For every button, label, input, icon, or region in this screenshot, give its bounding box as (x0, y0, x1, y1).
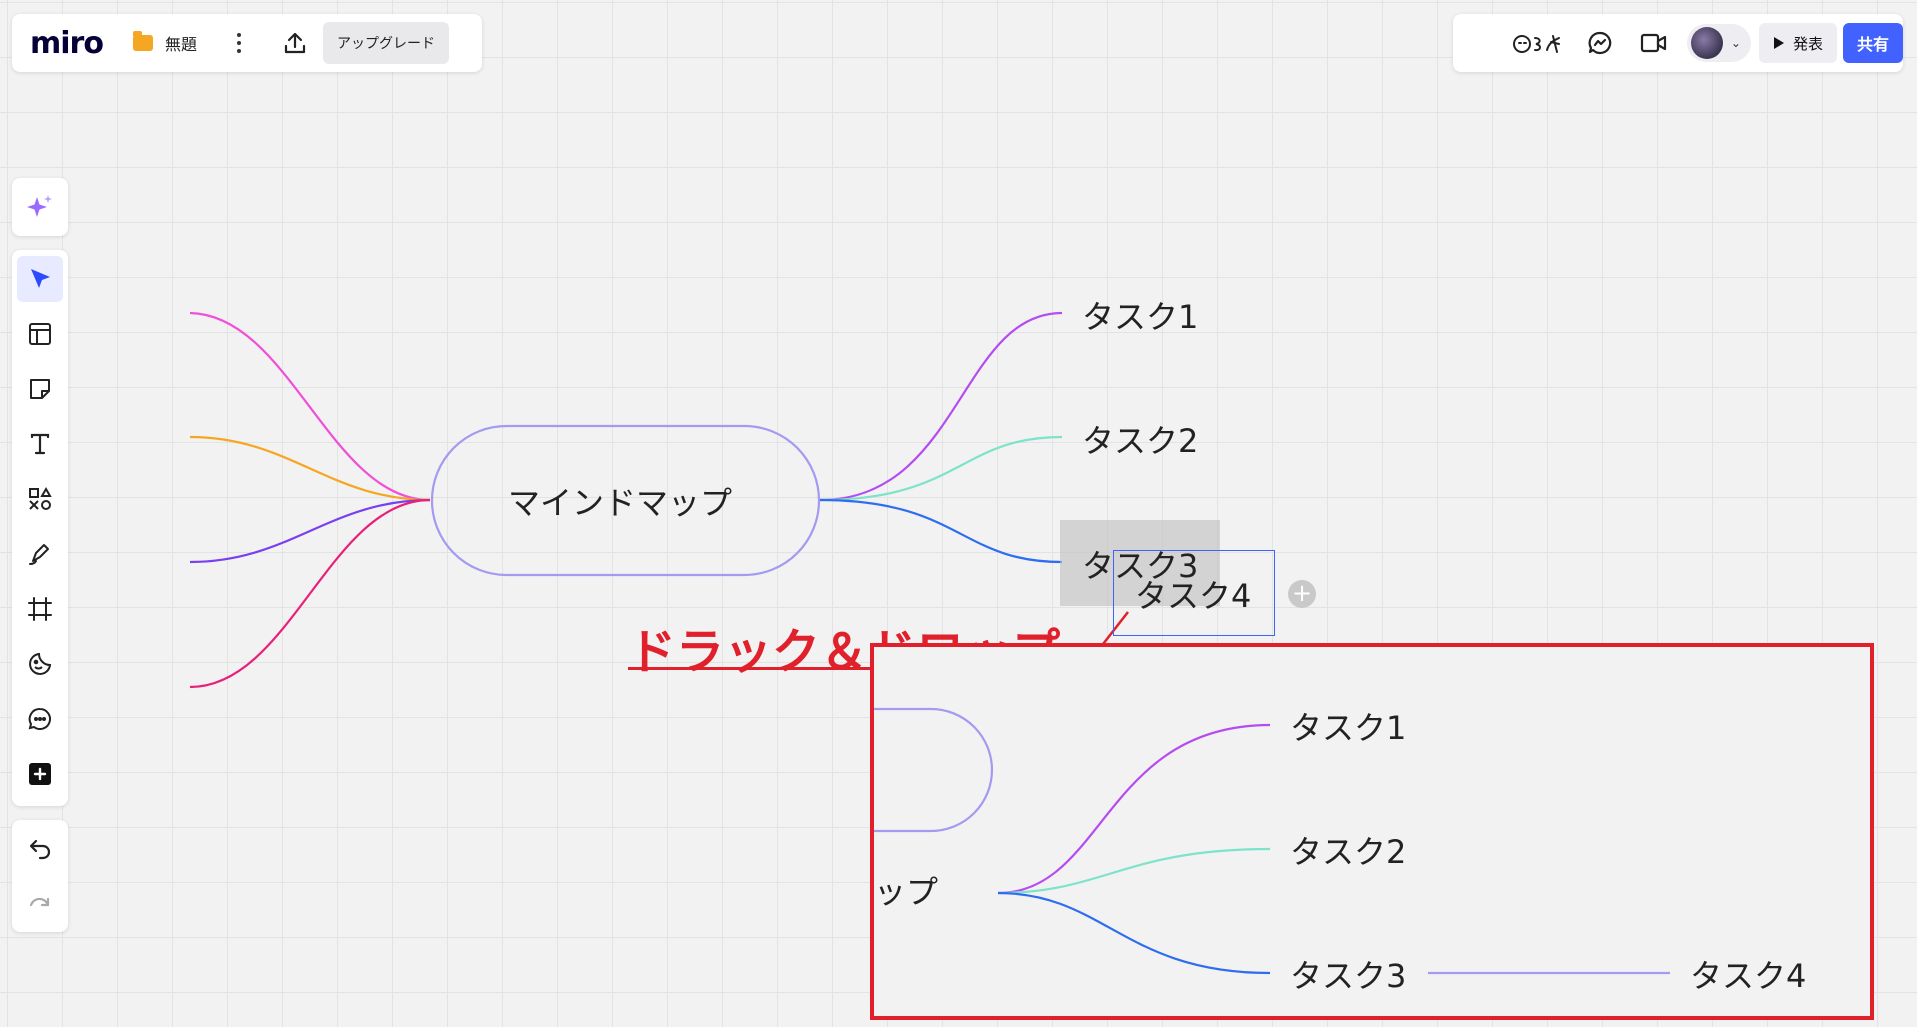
chevron-down-icon: ⌄ (1730, 36, 1741, 50)
text-icon (30, 433, 50, 455)
frame-tool[interactable] (17, 586, 63, 632)
result-task4: タスク4 (1690, 957, 1807, 995)
comment-tool[interactable] (17, 696, 63, 742)
task1-node[interactable]: タスク1 (1082, 292, 1198, 338)
history-panel (12, 820, 68, 932)
play-icon (1773, 37, 1784, 49)
sticker-icon (29, 652, 52, 675)
present-button[interactable]: 発表 (1758, 23, 1837, 63)
more-tools[interactable] (17, 751, 63, 797)
sticky-note-icon (30, 379, 50, 399)
upload-icon (284, 32, 306, 54)
text-tool[interactable] (17, 421, 63, 467)
top-left-toolbar: miro 無題 アップグレード (12, 14, 482, 72)
branch-task3 (819, 498, 1063, 564)
user-avatar-menu[interactable]: ⌄ (1686, 24, 1751, 62)
frame-icon (28, 597, 52, 621)
comment-icon (28, 707, 51, 730)
result-branch-task3 (997, 891, 1271, 975)
task2-node[interactable]: タスク2 (1082, 416, 1198, 462)
video-call-icon[interactable] (1634, 23, 1674, 63)
export-button[interactable] (279, 27, 311, 59)
templates-tool[interactable] (17, 311, 63, 357)
share-button[interactable]: 共有 (1842, 23, 1903, 63)
result-task2: タスク2 (1290, 833, 1407, 871)
redo-button[interactable] (17, 880, 63, 926)
select-tool[interactable] (17, 256, 63, 302)
result-callout: ップ タスク1 タスク2 タスク3 タスク4 (870, 643, 1874, 1020)
avatar (1690, 27, 1723, 59)
left-branch-1 (189, 311, 431, 502)
left-branch-4 (189, 498, 431, 689)
creation-toolbar (12, 250, 68, 806)
branch-task1 (819, 311, 1063, 502)
reactions-icon[interactable] (1510, 23, 1566, 63)
result-center-shape (874, 707, 994, 833)
pen-tool[interactable] (17, 531, 63, 577)
folder-icon[interactable] (132, 31, 153, 51)
stickers-tool[interactable] (17, 641, 63, 687)
templates-icon (29, 323, 51, 345)
shapes-tool[interactable] (17, 476, 63, 522)
dragging-task4-node[interactable]: タスク4 (1135, 571, 1251, 617)
add-child-icon[interactable]: + (1288, 580, 1316, 608)
left-branch-3 (189, 498, 431, 564)
top-right-toolbar: ⌄ 発表 共有 (1453, 14, 1903, 72)
ai-assist-panel (12, 178, 68, 236)
cursor-icon (31, 269, 50, 288)
more-menu-icon[interactable] (227, 28, 251, 58)
undo-icon (29, 839, 51, 860)
plus-square-icon (29, 763, 51, 785)
chat-icon[interactable] (1580, 23, 1620, 63)
undo-button[interactable] (17, 826, 63, 872)
upgrade-button[interactable]: アップグレード (322, 22, 449, 64)
result-task3: タスク3 (1290, 957, 1407, 995)
redo-icon (29, 897, 50, 907)
shapes-icon (29, 486, 52, 510)
result-task1: タスク1 (1290, 709, 1407, 747)
branch-task2 (819, 435, 1063, 502)
pen-icon (29, 544, 49, 565)
result-center-label: ップ (874, 873, 939, 911)
sparkle-icon[interactable] (25, 192, 55, 222)
result-branch-task2 (997, 847, 1271, 895)
sticky-note-tool[interactable] (17, 366, 63, 412)
board-title[interactable]: 無題 (165, 31, 197, 55)
miro-logo[interactable]: miro (30, 26, 104, 61)
center-node-label[interactable]: マインドマップ (508, 478, 732, 524)
left-branch-2 (189, 435, 431, 502)
present-label: 発表 (1792, 34, 1823, 53)
